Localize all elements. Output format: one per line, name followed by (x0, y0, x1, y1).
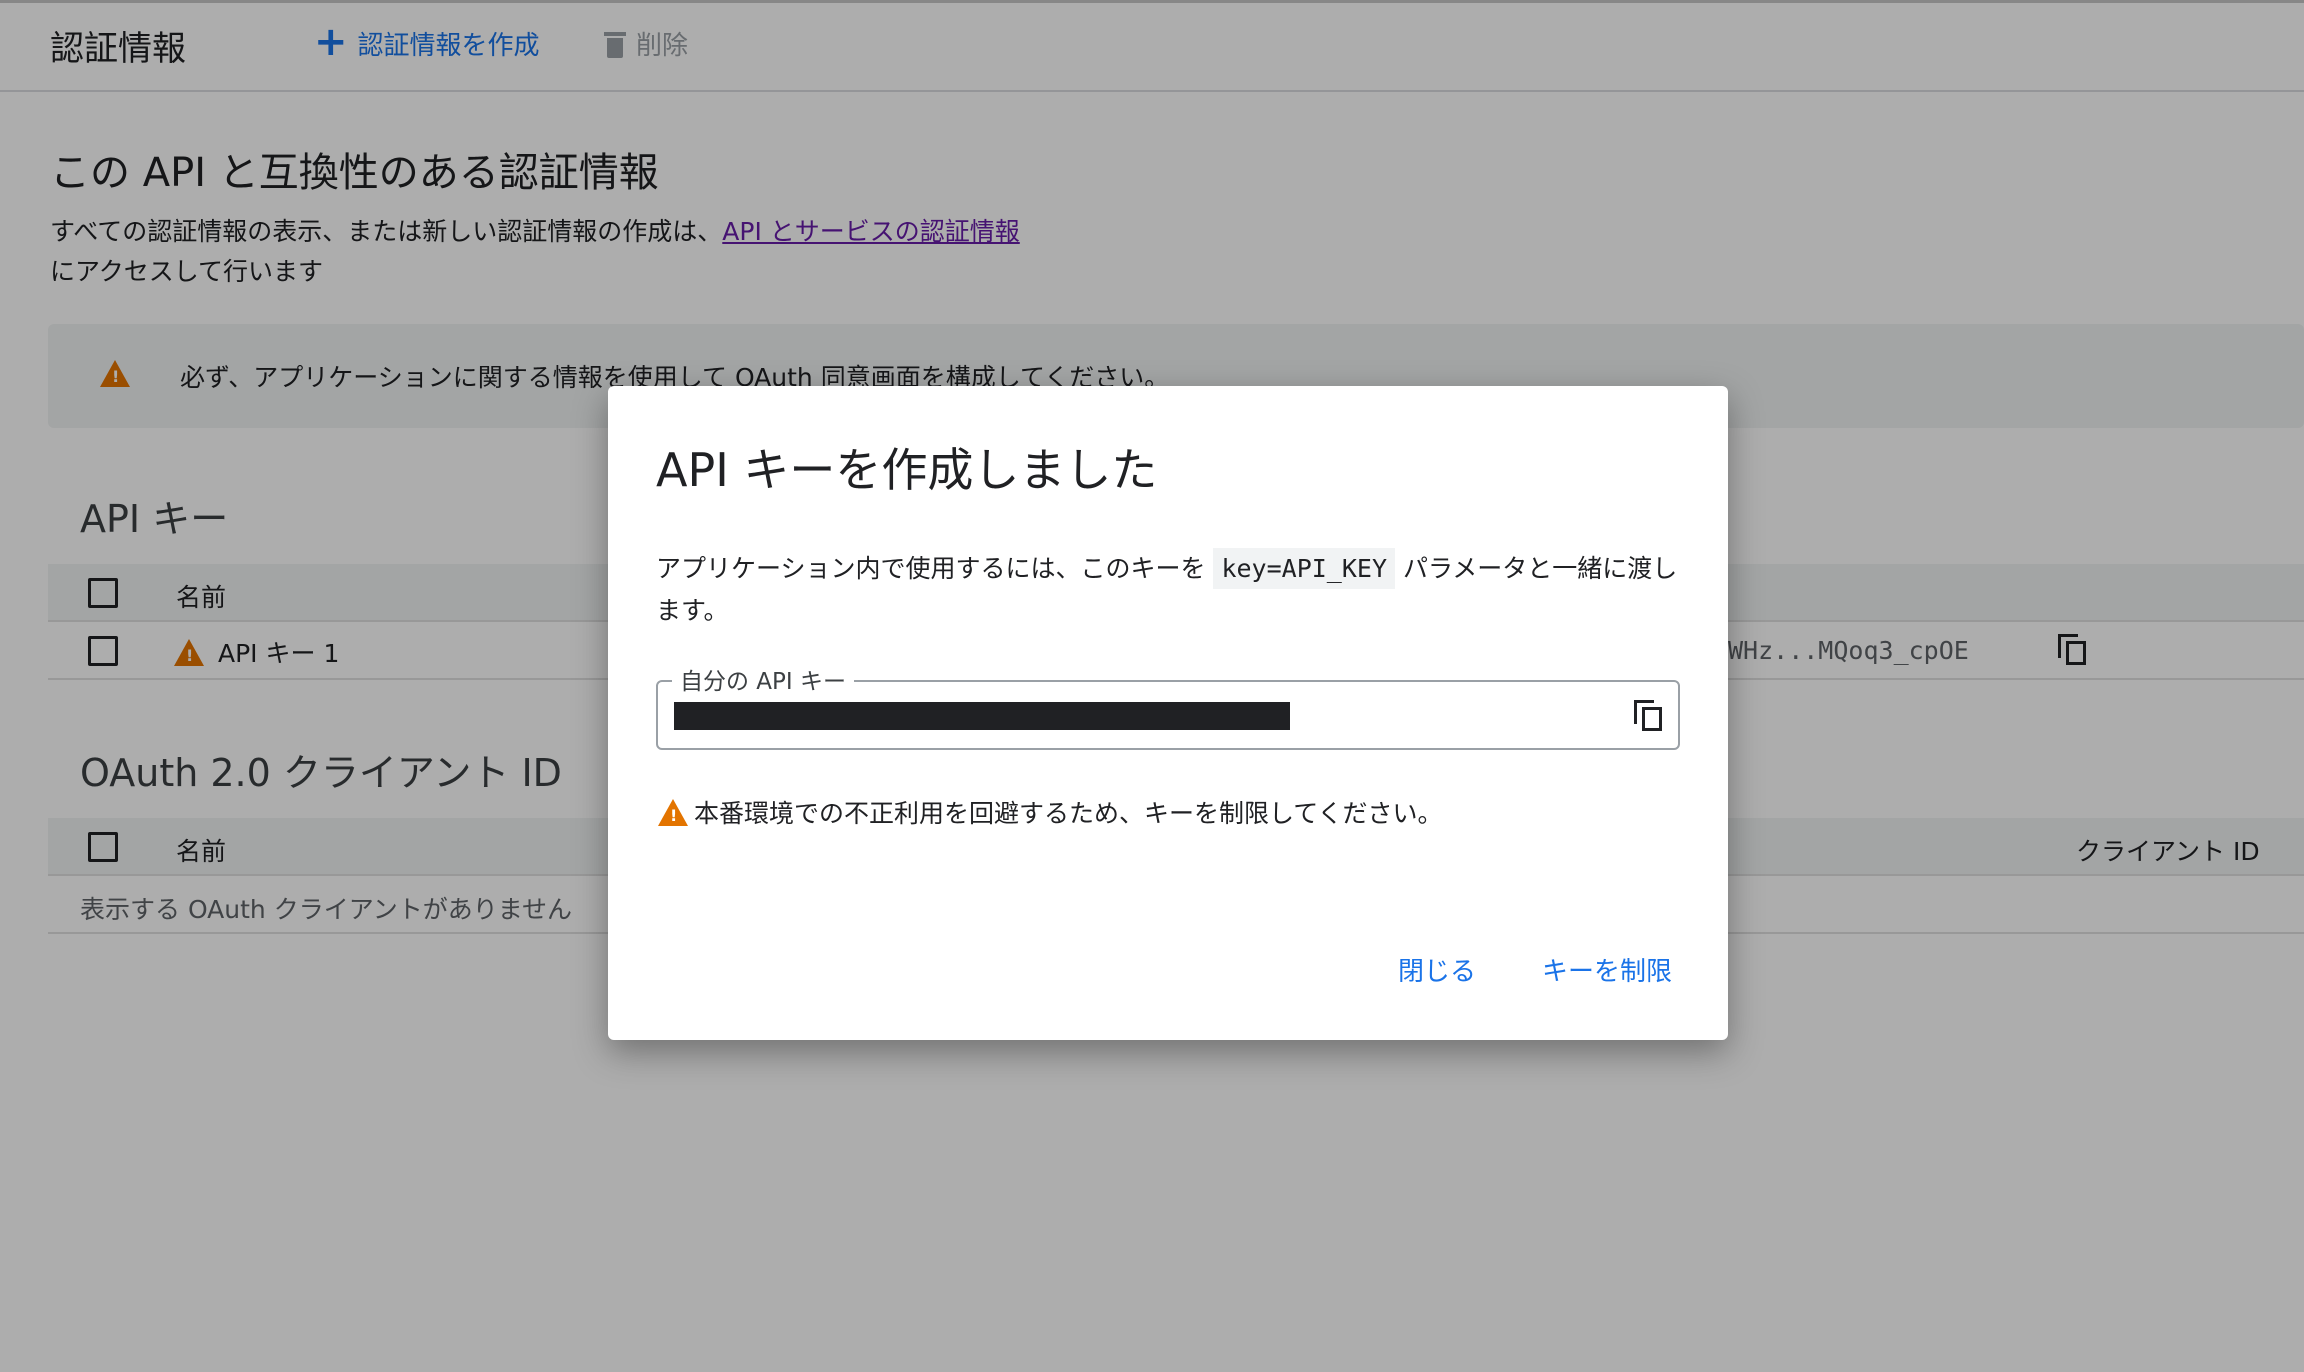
key-param-code: key=API_KEY (1213, 548, 1396, 589)
restrict-key-button[interactable]: キーを制限 (1542, 951, 1672, 988)
copy-icon[interactable] (1634, 700, 1664, 736)
api-key-created-dialog: API キーを作成しました アプリケーション内で使用するには、このキーを key… (608, 386, 1728, 1040)
desc-prefix: アプリケーション内で使用するには、このキーを (656, 554, 1214, 583)
dialog-title: API キーを作成しました (656, 443, 1158, 497)
dialog-description: アプリケーション内で使用するには、このキーを key=API_KEY パラメータ… (656, 548, 1686, 632)
api-key-field-label: 自分の API キー (672, 662, 855, 696)
restrict-key-warning-text: 本番環境での不正利用を回避するため、キーを制限してください。 (694, 799, 1443, 828)
warning-icon (658, 798, 688, 826)
api-key-field[interactable]: 自分の API キー (656, 662, 1680, 750)
dialog-actions: 閉じる キーを制限 (1398, 951, 1672, 988)
api-key-value-redacted[interactable] (674, 702, 1290, 730)
restrict-key-warning: 本番環境での不正利用を回避するため、キーを制限してください。 (658, 794, 1443, 830)
close-button[interactable]: 閉じる (1398, 951, 1476, 988)
